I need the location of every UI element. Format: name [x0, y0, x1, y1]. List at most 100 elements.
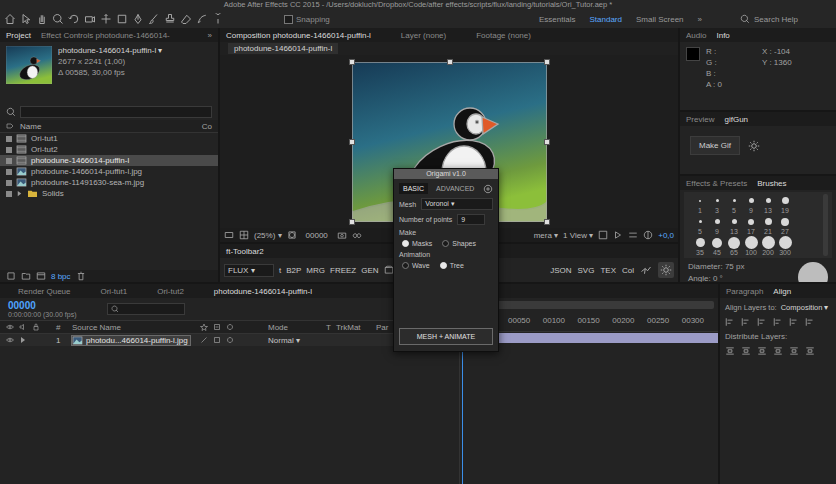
toolbar-button[interactable]: JSON — [550, 266, 571, 275]
panel-tab[interactable]: Project — [6, 31, 31, 40]
brush-preset[interactable]: 27 — [777, 215, 793, 235]
selection-icon[interactable] — [20, 13, 32, 25]
distribute-icon[interactable] — [725, 346, 735, 356]
brush-preset[interactable]: 45 — [709, 236, 725, 256]
selection-handle[interactable] — [544, 219, 550, 225]
brush-preset[interactable]: 9 — [709, 215, 725, 235]
grid-icon[interactable] — [239, 230, 249, 240]
timeline-search-field[interactable] — [107, 303, 185, 315]
timeline-tab[interactable]: photodune-1466014-puffin-l — [214, 287, 312, 296]
selection-handle[interactable] — [544, 59, 550, 65]
new-folder-icon[interactable] — [21, 271, 31, 281]
column-mode[interactable]: Mode — [268, 323, 326, 332]
mesh-animate-button[interactable]: MESH + ANIMATE — [399, 328, 493, 345]
panel-tab[interactable]: ft-Toolbar2 — [226, 247, 264, 256]
pen-icon[interactable] — [132, 13, 144, 25]
align-to-dropdown[interactable]: Composition ▾ — [781, 303, 829, 312]
brush-preset[interactable]: 100 — [743, 236, 759, 256]
layer-mode-dropdown[interactable]: Normal ▾ — [268, 336, 326, 345]
panel-tab[interactable]: Preview — [686, 115, 714, 124]
column-comment[interactable]: Co — [202, 122, 212, 131]
panel-tab[interactable]: Layer (none) — [401, 31, 446, 40]
breadcrumb-tab[interactable]: photodune-1466014-puffin-l — [228, 43, 338, 54]
pan-behind-icon[interactable] — [100, 13, 112, 25]
roto-brush-icon[interactable] — [196, 13, 208, 25]
views-dropdown[interactable]: 1 View ▾ — [563, 231, 593, 240]
selection-handle[interactable] — [349, 139, 355, 145]
make-radio[interactable]: Shapes — [442, 240, 476, 247]
panel-tab[interactable]: Align — [773, 287, 791, 296]
timeline-tab[interactable]: Render Queue — [18, 287, 70, 296]
new-composition-icon[interactable] — [36, 271, 46, 281]
rectangle-icon[interactable] — [116, 13, 128, 25]
panel-tab[interactable]: Composition photodune-1466014-puffin-l — [226, 31, 371, 40]
align-icon[interactable] — [789, 317, 799, 327]
align-icon[interactable] — [741, 317, 751, 327]
zoom-dropdown[interactable]: (25%) ▾ — [254, 231, 282, 240]
distribute-icon[interactable] — [805, 346, 815, 356]
panel-tab[interactable]: Effect Controls photodune-1466014- — [41, 31, 170, 40]
align-icon[interactable] — [773, 317, 783, 327]
channel-icon[interactable] — [352, 230, 362, 240]
animation-radio[interactable]: Wave — [402, 262, 430, 269]
always-preview-icon[interactable] — [224, 230, 234, 240]
toolbar-button[interactable]: t — [279, 266, 281, 275]
trash-icon[interactable] — [76, 271, 86, 281]
animation-radio[interactable]: Tree — [440, 262, 464, 269]
brush-preset[interactable]: 9 — [743, 194, 759, 214]
origami-tab[interactable]: ADVANCED — [432, 183, 478, 194]
project-search-field[interactable] — [20, 106, 212, 118]
more-panels[interactable]: » — [208, 31, 212, 40]
column-name[interactable]: Name — [20, 122, 41, 131]
fast-preview-icon[interactable] — [613, 230, 623, 240]
project-item[interactable]: photodune-1466014-puffin-l — [0, 155, 218, 166]
brush-preset[interactable]: 5 — [726, 194, 742, 214]
mask-icon[interactable] — [287, 230, 297, 240]
brush-preset[interactable]: 19 — [777, 194, 793, 214]
points-field[interactable]: 9 — [457, 214, 485, 225]
expand-arrow-icon[interactable] — [19, 336, 27, 344]
brush-diameter[interactable]: Diameter: 75 px — [688, 262, 744, 271]
brush-preset[interactable]: 13 — [726, 215, 742, 235]
snapping-toggle[interactable]: Snapping — [284, 15, 330, 24]
column-number[interactable]: # — [56, 323, 72, 332]
distribute-icon[interactable] — [741, 346, 751, 356]
current-time[interactable]: 00000 — [306, 231, 328, 240]
project-item[interactable]: photodune-1466014-puffin-l.jpg — [0, 166, 218, 177]
rotate-icon[interactable] — [68, 13, 80, 25]
quality-switch-icon[interactable] — [213, 336, 221, 344]
brush-shape-preview[interactable] — [798, 262, 828, 282]
panel-tab[interactable]: Audio — [686, 31, 706, 40]
work-area-bar[interactable] — [464, 301, 714, 309]
distribute-icon[interactable] — [789, 346, 799, 356]
timecode[interactable]: 000000:00:00:00 (30.00 fps) — [8, 300, 77, 319]
brush-preset[interactable]: 65 — [726, 236, 742, 256]
zoom-icon[interactable] — [52, 13, 64, 25]
stamp-icon[interactable] — [164, 13, 176, 25]
collapsed-arrow-icon[interactable] — [16, 190, 23, 197]
exposure-value[interactable]: +0,0 — [658, 231, 674, 240]
project-item[interactable]: Ori-tut1 — [0, 133, 218, 144]
selection-handle[interactable] — [544, 139, 550, 145]
add-circle-icon[interactable] — [483, 184, 493, 194]
toolbar-button[interactable]: Col — [622, 266, 634, 275]
puppet-pin-icon[interactable] — [212, 13, 224, 25]
project-item[interactable]: photodune-11491630-sea-m.jpg — [0, 177, 218, 188]
origami-title-bar[interactable]: Origami v1.0 — [394, 169, 498, 179]
hand-icon[interactable] — [36, 13, 48, 25]
panel-tab[interactable]: Effects & Presets — [686, 179, 747, 188]
brush-preset[interactable]: 13 — [760, 194, 776, 214]
brush-preset[interactable]: 3 — [709, 194, 725, 214]
toggle-pixel-icon[interactable] — [598, 230, 608, 240]
toolbar-button[interactable]: FREEZ — [330, 266, 356, 275]
snapping-checkbox[interactable] — [284, 15, 293, 24]
adjustment-switch-icon[interactable] — [226, 336, 234, 344]
make-gif-button[interactable]: Make Gif — [690, 136, 740, 155]
brush-scrollbar[interactable] — [823, 194, 828, 256]
mesh-dropdown[interactable]: Voronoi ▾ — [421, 198, 493, 210]
interpret-footage-icon[interactable] — [6, 271, 16, 281]
distribute-icon[interactable] — [757, 346, 767, 356]
timeline-tab[interactable]: Ori-tut1 — [100, 287, 127, 296]
home-icon[interactable] — [4, 13, 16, 25]
panel-tab[interactable]: Info — [716, 31, 729, 40]
